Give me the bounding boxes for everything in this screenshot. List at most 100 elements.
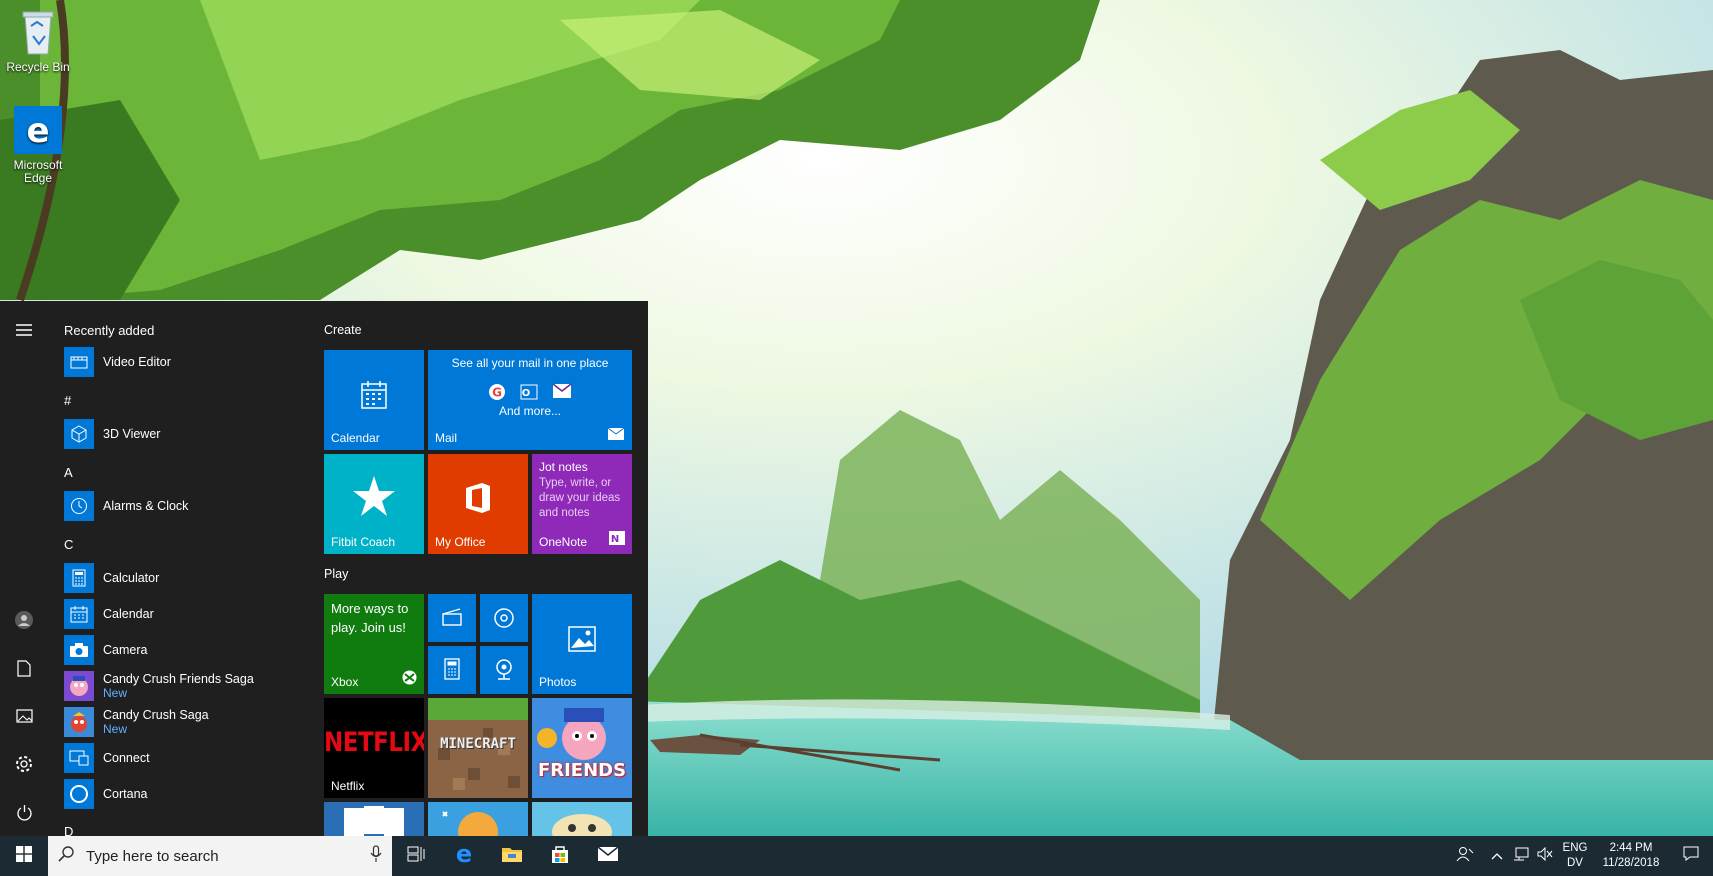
calendar-icon [324,380,424,410]
tile-minecraft[interactable]: MINECRAFT [428,698,528,798]
cards-icon [344,806,404,836]
calendar-icon [64,599,94,629]
taskbar-file-explorer-button[interactable] [488,836,536,876]
tile-photos[interactable]: Photos [532,594,632,694]
recently-added-header: Recently added [64,323,155,338]
mail-headline: See all your mail in one place [451,356,609,370]
svg-text:e: e [26,111,49,151]
clock[interactable]: 2:44 PM 11/28/2018 [1593,841,1669,871]
app-cortana[interactable]: Cortana [64,778,304,810]
onenote-title: Jot notes [539,460,588,474]
app-candy-crush-friends-saga[interactable]: Candy Crush Friends Saga New [64,670,304,702]
tile-onenote[interactable]: Jot notes Type, write, or draw your idea… [532,454,632,554]
notification-icon [1683,846,1699,866]
taskbar-edge-button[interactable]: e [440,836,488,876]
tile-calculator[interactable] [428,646,476,694]
action-center-button[interactable] [1669,836,1713,876]
tile-label: Calendar [331,431,380,445]
section-header-a[interactable]: A [64,465,73,480]
tile-solitaire[interactable] [324,802,424,836]
tile-label: Mail [435,431,458,445]
tile-label: Xbox [331,675,359,689]
network-button[interactable] [1509,836,1533,876]
snow-game-art [442,811,498,836]
show-hidden-icons-button[interactable] [1485,836,1509,876]
app-candy-crush-saga[interactable]: Candy Crush Saga New [64,706,304,738]
user-icon[interactable] [8,604,40,636]
tile-movies-tv[interactable] [428,594,476,642]
tile-candy-crush-friends[interactable]: FRIENDS [532,698,632,798]
volume-button[interactable] [1533,836,1557,876]
input-language-indicator[interactable]: ENG DV [1557,841,1593,871]
section-header-d[interactable]: D [64,824,73,836]
app-list: Recently added Video Editor # 3D Viewer … [48,301,308,836]
friends-logo: FRIENDS [537,760,627,781]
microsoft-edge-label: Microsoft Edge [13,158,63,185]
taskbar-store-button[interactable] [536,836,584,876]
section-header-c[interactable]: C [64,537,73,552]
windows-logo-icon [16,845,32,867]
pictures-icon[interactable] [8,700,40,732]
app-label: Camera [103,643,148,657]
candy-crush-friends-art [537,708,606,760]
tile-mail[interactable]: See all your mail in one place G O And m… [428,350,632,450]
app-label: Candy Crush Saga [103,708,209,722]
power-icon[interactable] [8,796,40,828]
app-calculator[interactable]: Calculator [64,562,304,594]
minecraft-logo: MINECRAFT [440,736,516,752]
start-button[interactable] [0,836,48,876]
recycle-bin-shortcut[interactable]: Recycle Bin [0,6,76,74]
chevron-up-icon [1491,847,1503,865]
tile-my-office[interactable]: My Office [428,454,528,554]
office-icon [428,482,528,514]
svg-text:O: O [522,388,531,399]
search-box[interactable]: Type here to search [48,836,392,876]
tile-groove-music[interactable] [480,594,528,642]
calculator-icon [64,563,94,593]
task-view-button[interactable] [392,836,440,876]
app-camera[interactable]: Camera [64,634,304,666]
tile-xbox[interactable]: More ways to play. Join us! Xbox [324,594,424,694]
start-menu: Recently added Video Editor # 3D Viewer … [0,301,648,836]
app-label: Cortana [103,787,148,801]
calculator-icon [428,658,476,680]
app-connect[interactable]: Connect [64,742,304,774]
microphone-icon[interactable] [370,845,382,867]
photos-icon [532,626,632,652]
app-calendar[interactable]: Calendar [64,598,304,630]
xbox-promo: More ways to play. Join us! [331,601,409,635]
documents-icon[interactable] [8,652,40,684]
svg-text:e: e [456,843,472,865]
system-tray: ENG DV 2:44 PM 11/28/2018 [1445,836,1713,876]
hamburger-icon[interactable] [8,314,40,346]
xbox-icon [402,670,417,688]
tile-webcam[interactable] [480,646,528,694]
clock-time: 2:44 PM [1609,842,1653,854]
tile-game-snow[interactable] [428,802,528,836]
connect-icon [64,743,94,773]
clock-date: 11/28/2018 [1602,857,1660,869]
film-icon [428,608,476,626]
tile-netflix[interactable]: NETFLIX Netflix [324,698,424,798]
group-header-create: Create [324,323,362,337]
star-icon [324,474,424,518]
settings-icon[interactable] [8,748,40,780]
tile-area: Create Calendar See all your mail in one… [308,301,648,836]
people-button[interactable] [1445,836,1485,876]
mail-more: And more... [498,404,562,418]
app-alarms-clock[interactable]: Alarms & Clock [64,490,304,522]
section-header-hash[interactable]: # [64,393,71,408]
microsoft-edge-shortcut[interactable]: e Microsoft Edge [0,106,76,185]
candy-crush-friends-icon [64,671,94,701]
music-disc-icon [480,607,528,629]
new-badge: New [103,686,128,700]
tile-game-cow[interactable] [532,802,632,836]
app-video-editor[interactable]: Video Editor [64,346,304,378]
tile-fitbit-coach[interactable]: Fitbit Coach [324,454,424,554]
taskbar-mail-button[interactable] [584,836,632,876]
app-3d-viewer[interactable]: 3D Viewer [64,418,304,450]
app-label: Connect [103,751,150,765]
app-label: 3D Viewer [103,427,161,441]
tile-calendar[interactable]: Calendar [324,350,424,450]
keyboard-layout: DV [1567,857,1583,869]
